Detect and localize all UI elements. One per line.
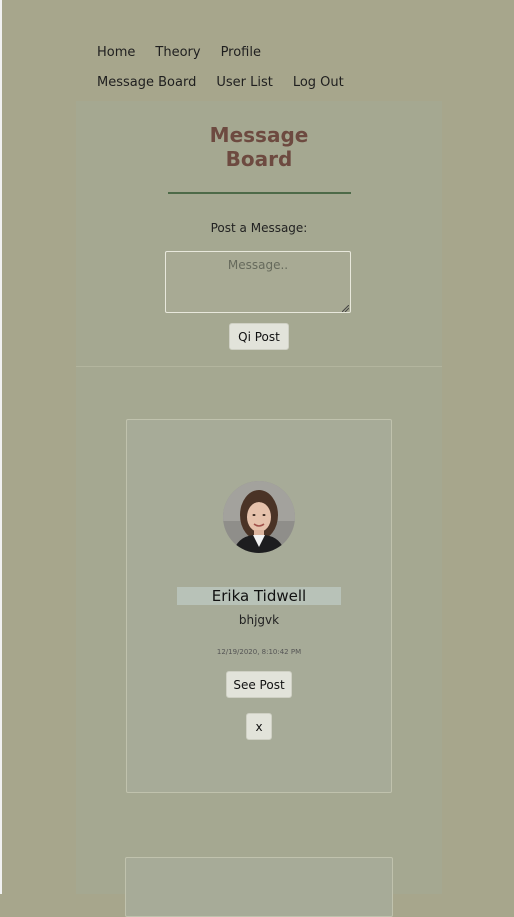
nav-home-link[interactable]: Home xyxy=(89,38,143,68)
post-message-label: Post a Message: xyxy=(210,221,308,235)
message-input[interactable] xyxy=(165,251,351,313)
page-title: Message Board xyxy=(209,123,309,171)
message-card: Erika Tidwell bhjgvk 12/19/2020, 8:10:42… xyxy=(126,419,392,793)
post-body-text: bhjgvk xyxy=(238,613,280,627)
window-edge xyxy=(0,0,2,894)
nav-message-board-link[interactable]: Message Board xyxy=(89,68,204,98)
nav-profile-link[interactable]: Profile xyxy=(213,38,269,68)
resize-grip-icon[interactable] xyxy=(342,305,349,312)
message-card-partial xyxy=(125,857,393,917)
post-timestamp: 12/19/2020, 8:10:42 PM xyxy=(216,648,302,656)
message-board-panel: Message Board Post a Message: Qi Post xyxy=(76,101,442,917)
delete-post-button[interactable]: x xyxy=(246,713,272,740)
nav-user-list-link[interactable]: User List xyxy=(208,68,281,98)
see-post-button[interactable]: See Post xyxy=(226,671,292,698)
nav-log-out-link[interactable]: Log Out xyxy=(285,68,352,98)
post-author-name: Erika Tidwell xyxy=(177,587,341,605)
avatar xyxy=(223,481,295,553)
post-button[interactable]: Qi Post xyxy=(229,323,289,350)
title-divider xyxy=(168,192,351,194)
user-avatar-image xyxy=(223,481,295,553)
post-message-section: Message Board Post a Message: Qi Post xyxy=(76,101,442,367)
nav-theory-link[interactable]: Theory xyxy=(147,38,208,68)
top-nav: Home Theory Profile Message Board User List L… xyxy=(89,38,389,98)
